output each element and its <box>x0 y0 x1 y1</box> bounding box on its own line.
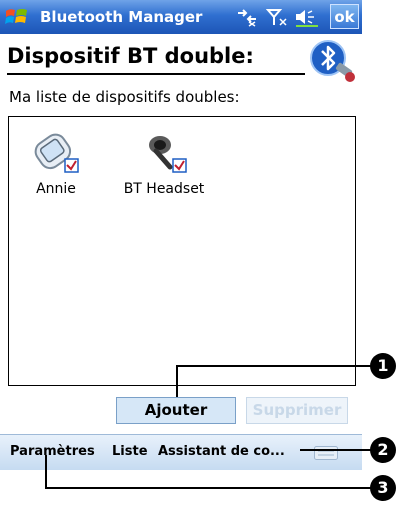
callout-2-marker: 2 <box>370 437 396 463</box>
title-bar: Bluetooth Manager ok <box>0 0 362 34</box>
add-device-button[interactable]: Ajouter <box>116 397 236 424</box>
headset-icon <box>149 136 187 173</box>
menu-item-liste[interactable]: Liste <box>112 444 148 459</box>
device-label: BT Headset <box>123 181 205 197</box>
windows-start-icon[interactable] <box>4 5 30 29</box>
callout-1-leader <box>176 365 178 397</box>
volume-icon[interactable] <box>294 7 320 27</box>
connectivity-icon[interactable] <box>236 7 258 27</box>
menu-item-parametres[interactable]: Paramètres <box>10 444 95 459</box>
page-title: Dispositif BT double: <box>7 44 254 68</box>
callout-3-leader <box>45 455 47 488</box>
callout-1-leader <box>176 365 372 367</box>
menu-bar: Paramètres Liste Assistant de co... <box>0 434 362 470</box>
callout-3-leader <box>45 487 372 489</box>
app-title: Bluetooth Manager <box>40 8 203 26</box>
bluetooth-logo-icon <box>310 40 355 82</box>
callout-1-marker: 1 <box>370 353 396 379</box>
pda-device-icon <box>34 133 79 173</box>
delete-device-button[interactable]: Supprimer <box>246 397 348 424</box>
signal-icon[interactable] <box>266 7 288 27</box>
device-label: Annie <box>36 181 76 197</box>
header-divider <box>7 73 305 75</box>
callout-3-marker: 3 <box>370 475 396 501</box>
device-item-annie[interactable]: Annie <box>21 131 91 197</box>
menu-item-assistant[interactable]: Assistant de co... <box>158 444 285 459</box>
callout-2-leader <box>300 449 372 451</box>
ok-button[interactable]: ok <box>330 4 359 29</box>
pocket-pc-screen: Bluetooth Manager ok Dispositif BT doubl… <box>0 0 362 470</box>
paired-device-list[interactable]: Annie BT Headset <box>8 116 356 386</box>
device-item-bt-headset[interactable]: BT Headset <box>109 131 219 197</box>
device-list-label: Ma liste de dispositifs doubles: <box>9 88 240 106</box>
